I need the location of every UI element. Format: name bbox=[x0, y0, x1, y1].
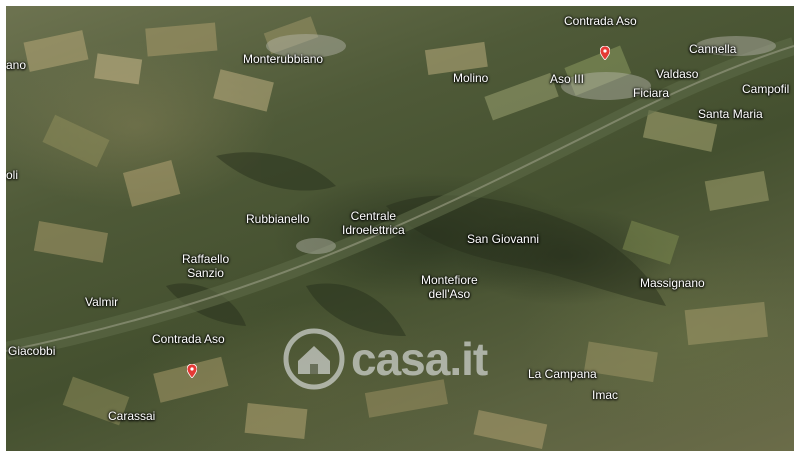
map-marker-north[interactable] bbox=[600, 46, 610, 60]
label-contrada-aso-south: Contrada Aso bbox=[152, 332, 225, 346]
label-montefiore-dell-aso: Montefiore dell'Aso bbox=[421, 273, 478, 301]
label-monterubbiano: Monterubbiano bbox=[243, 52, 324, 66]
map-marker-south[interactable] bbox=[187, 364, 197, 378]
casa-it-watermark: casa.it bbox=[283, 328, 488, 390]
satellite-map[interactable]: Contrada Aso Cannella Monterubbiano ano … bbox=[6, 6, 794, 451]
label-raffaello-sanzio: Raffaello Sanzio bbox=[182, 252, 230, 280]
label-aso-iii: Aso III bbox=[550, 72, 585, 86]
label-campofilone: Campofil bbox=[742, 82, 790, 96]
label-giacobbi: Giacobbi bbox=[8, 344, 56, 358]
label-oli: oli bbox=[6, 168, 19, 182]
label-ano: ano bbox=[6, 58, 27, 72]
label-rubbianello: Rubbianello bbox=[246, 212, 310, 226]
label-ficiara: Ficiara bbox=[633, 86, 670, 100]
label-valmir: Valmir bbox=[85, 295, 119, 309]
label-massignano: Massignano bbox=[640, 276, 705, 290]
label-carassai: Carassai bbox=[108, 409, 156, 423]
label-cannella: Cannella bbox=[689, 42, 737, 56]
label-san-giovanni: San Giovanni bbox=[467, 232, 540, 246]
label-contrada-aso-north: Contrada Aso bbox=[564, 14, 637, 28]
label-molino: Molino bbox=[453, 71, 489, 85]
label-valdaso: Valdaso bbox=[656, 67, 699, 81]
label-centrale-idroelettrica: Centrale Idroelettrica bbox=[342, 209, 405, 237]
watermark-text: casa.it bbox=[351, 333, 488, 385]
label-imac: Imac bbox=[592, 388, 619, 402]
house-icon bbox=[283, 328, 345, 390]
label-la-campana: La Campana bbox=[528, 367, 597, 381]
label-santa-maria: Santa Maria bbox=[698, 107, 763, 121]
